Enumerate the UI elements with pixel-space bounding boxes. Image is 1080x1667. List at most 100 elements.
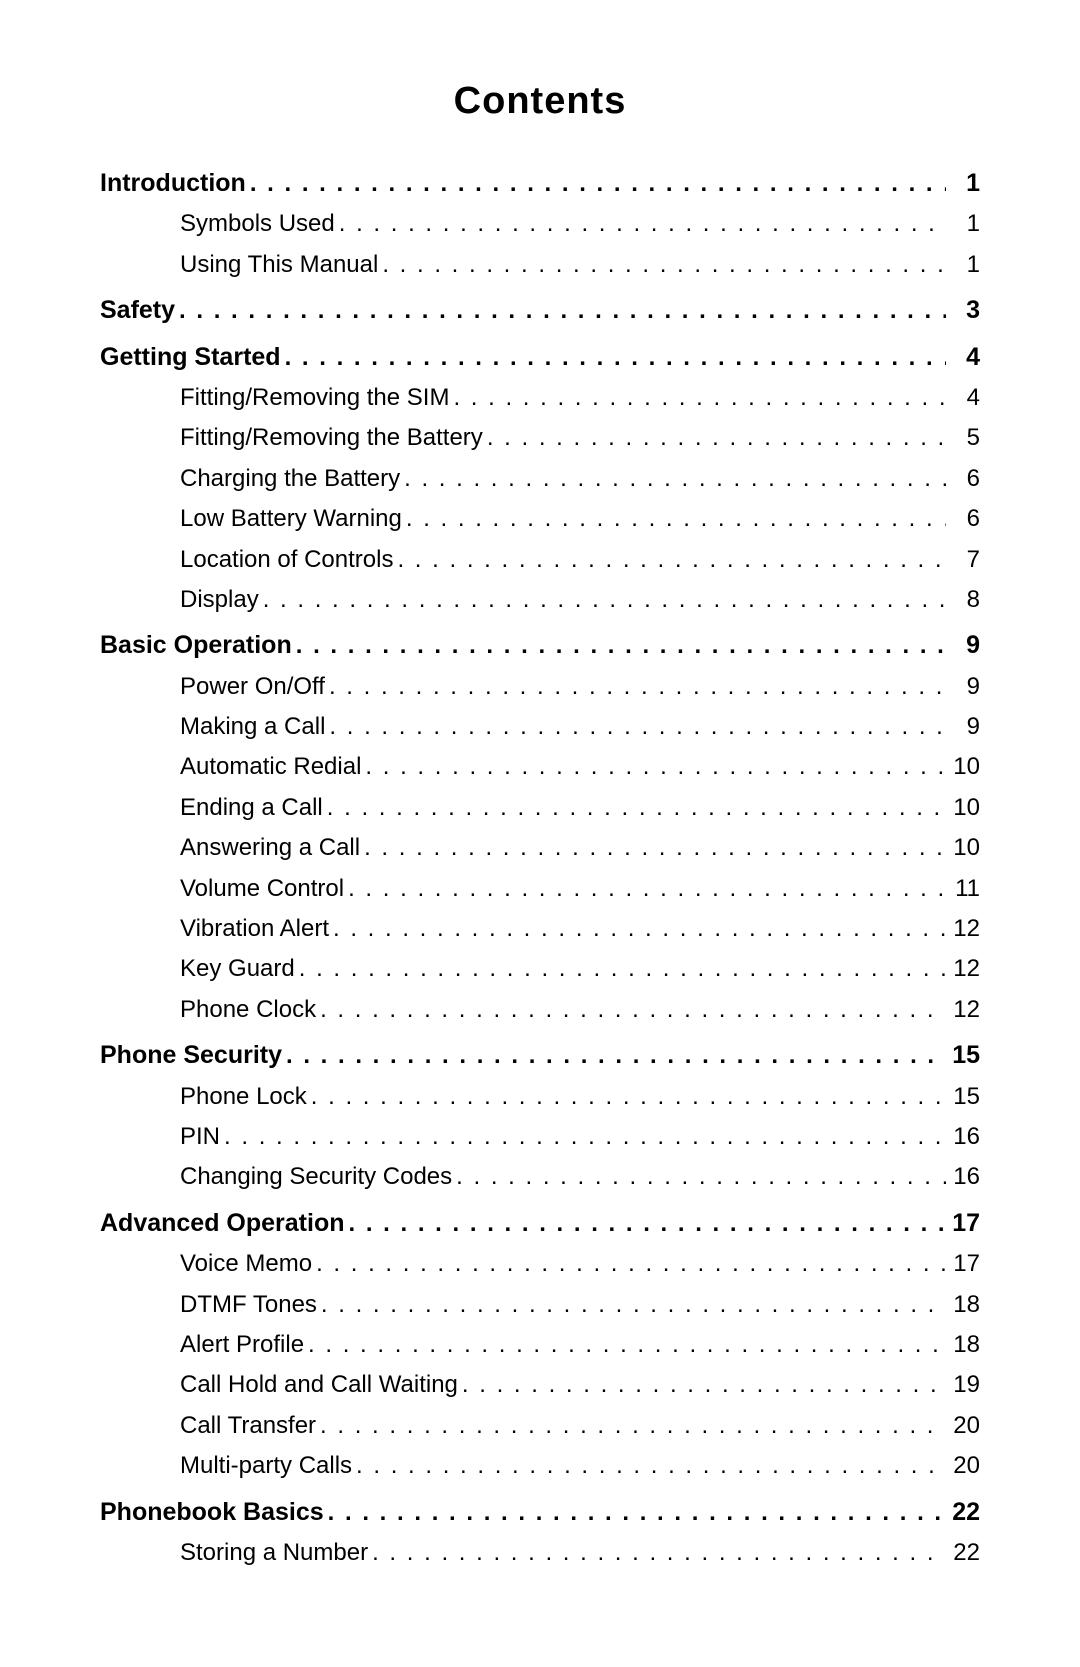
toc-label: Low Battery Warning <box>180 500 402 538</box>
toc-dots: . . . . . . . . . . . . . . . . . . . . … <box>320 1407 946 1445</box>
toc-label: PIN <box>180 1118 220 1156</box>
toc-row: Voice Memo. . . . . . . . . . . . . . . … <box>100 1245 980 1283</box>
toc-label: Multi-party Calls <box>180 1447 352 1485</box>
toc-label: Fitting/Removing the SIM <box>180 379 449 417</box>
toc-row: Using This Manual. . . . . . . . . . . .… <box>100 246 980 284</box>
toc-page: 22 <box>950 1534 980 1572</box>
toc-page: 1 <box>950 205 980 243</box>
toc-label: Call Hold and Call Waiting <box>180 1366 458 1404</box>
toc-row: Getting Started. . . . . . . . . . . . .… <box>100 337 980 377</box>
toc-label: Storing a Number <box>180 1534 368 1572</box>
toc-page: 12 <box>950 950 980 988</box>
dots-inner: . . . . . . . . . . . . . . . . . . . . … <box>364 829 946 867</box>
toc-label: DTMF Tones <box>180 1286 317 1324</box>
dots-inner: . . . . . . . . . . . . . . . . . . . . … <box>320 1407 946 1445</box>
toc-dots: . . . . . . . . . . . . . . . . . . . . … <box>308 1326 946 1364</box>
toc-row: Advanced Operation. . . . . . . . . . . … <box>100 1203 980 1243</box>
toc-dots: . . . . . . . . . . . . . . . . . . . . … <box>406 500 946 538</box>
dots-inner: . . . . . . . . . . . . . . . . . . . . … <box>348 870 946 908</box>
toc-page: 1 <box>950 163 980 203</box>
toc-page: 19 <box>950 1366 980 1404</box>
toc-label: Vibration Alert <box>180 910 329 948</box>
toc-page: 6 <box>950 500 980 538</box>
toc-row: PIN. . . . . . . . . . . . . . . . . . .… <box>100 1118 980 1156</box>
toc-label: Making a Call <box>180 708 325 746</box>
dots-inner: . . . . . . . . . . . . . . . . . . . . … <box>333 910 946 948</box>
toc-dots: . . . . . . . . . . . . . . . . . . . . … <box>456 1158 946 1196</box>
toc-label: Display <box>180 581 259 619</box>
toc-label: Changing Security Codes <box>180 1158 452 1196</box>
toc-page: 15 <box>950 1078 980 1116</box>
toc-dots: . . . . . . . . . . . . . . . . . . . . … <box>462 1366 946 1404</box>
toc-dots: . . . . . . . . . . . . . . . . . . . . … <box>296 627 946 665</box>
toc-page: 1 <box>950 246 980 284</box>
dots-inner: . . . . . . . . . . . . . . . . . . . . … <box>406 500 946 538</box>
dots-inner: . . . . . . . . . . . . . . . . . . . . … <box>327 789 946 827</box>
toc-label: Introduction <box>100 163 246 203</box>
toc-row: Changing Security Codes. . . . . . . . .… <box>100 1158 980 1196</box>
toc-container: Introduction . . . . . . . . . . . . . . … <box>100 163 980 1572</box>
toc-page: 16 <box>950 1118 980 1156</box>
toc-dots: . . . . . . . . . . . . . . . . . . . . … <box>404 460 946 498</box>
toc-label: Voice Memo <box>180 1245 312 1283</box>
toc-row: Storing a Number. . . . . . . . . . . . … <box>100 1534 980 1572</box>
toc-row: Introduction. . . . . . . . . . . . . . … <box>100 163 980 203</box>
toc-label: Answering a Call <box>180 829 360 867</box>
toc-label: Phonebook Basics <box>100 1492 324 1532</box>
toc-dots: . . . . . . . . . . . . . . . . . . . . … <box>285 339 946 377</box>
dots-inner: . . . . . . . . . . . . . . . . . . . . … <box>349 1205 947 1243</box>
toc-page: 18 <box>950 1326 980 1364</box>
toc-dots: . . . . . . . . . . . . . . . . . . . . … <box>339 205 946 243</box>
toc-label: Getting Started <box>100 337 281 377</box>
dots-inner: . . . . . . . . . . . . . . . . . . . . … <box>299 950 946 988</box>
dots-inner: . . . . . . . . . . . . . . . . . . . . … <box>365 748 946 786</box>
toc-row: Symbols Used. . . . . . . . . . . . . . … <box>100 205 980 243</box>
toc-dots: . . . . . . . . . . . . . . . . . . . . … <box>316 1245 946 1283</box>
toc-page: 3 <box>950 290 980 330</box>
toc-page: 8 <box>950 581 980 619</box>
toc-dots: . . . . . . . . . . . . . . . . . . . . … <box>224 1118 946 1156</box>
toc-label: Ending a Call <box>180 789 323 827</box>
dots-inner: . . . . . . . . . . . . . . . . . . . . … <box>329 708 946 746</box>
toc-page: 9 <box>950 625 980 665</box>
toc-page: 5 <box>950 419 980 457</box>
toc-dots: . . . . . . . . . . . . . . . . . . . . … <box>356 1447 946 1485</box>
toc-row: Ending a Call. . . . . . . . . . . . . .… <box>100 789 980 827</box>
page-title: Contents <box>100 80 980 123</box>
toc-page: 17 <box>950 1245 980 1283</box>
toc-row: Phone Security. . . . . . . . . . . . . … <box>100 1035 980 1075</box>
toc-row: Alert Profile. . . . . . . . . . . . . .… <box>100 1326 980 1364</box>
dots-inner: . . . . . . . . . . . . . . . . . . . . … <box>397 541 946 579</box>
toc-dots: . . . . . . . . . . . . . . . . . . . . … <box>348 870 946 908</box>
toc-row: Key Guard. . . . . . . . . . . . . . . .… <box>100 950 980 988</box>
toc-row: Fitting/Removing the Battery. . . . . . … <box>100 419 980 457</box>
toc-page: 17 <box>950 1203 980 1243</box>
dots-inner: . . . . . . . . . . . . . . . . . . . . … <box>263 581 946 619</box>
toc-dots: . . . . . . . . . . . . . . . . . . . . … <box>382 246 946 284</box>
toc-dots: . . . . . . . . . . . . . . . . . . . . … <box>321 1286 946 1324</box>
toc-page: 9 <box>950 708 980 746</box>
toc-dots: . . . . . . . . . . . . . . . . . . . . … <box>311 1078 946 1116</box>
toc-label: Call Transfer <box>180 1407 316 1445</box>
dots-inner: . . . . . . . . . . . . . . . . . . . . … <box>404 460 946 498</box>
toc-dots: . . . . . . . . . . . . . . . . . . . . … <box>263 581 946 619</box>
toc-row: Automatic Redial. . . . . . . . . . . . … <box>100 748 980 786</box>
toc-page: 6 <box>950 460 980 498</box>
dots-inner: . . . . . . . . . . . . . . . . . . . . … <box>453 379 946 417</box>
dots-inner: . . . . . . . . . . . . . . . . . . . . … <box>487 419 946 457</box>
toc-row: DTMF Tones. . . . . . . . . . . . . . . … <box>100 1286 980 1324</box>
toc-label: Phone Lock <box>180 1078 307 1116</box>
dots-inner: . . . . . . . . . . . . . . . . . . . . … <box>356 1447 946 1485</box>
toc-page: 4 <box>950 379 980 417</box>
toc-dots: . . . . . . . . . . . . . . . . . . . . … <box>329 708 946 746</box>
toc-page: 4 <box>950 337 980 377</box>
dots-inner: . . . . . . . . . . . . . . . . . . . . … <box>311 1078 946 1116</box>
toc-page: 22 <box>950 1492 980 1532</box>
toc-dots: . . . . . . . . . . . . . . . . . . . . … <box>329 668 946 706</box>
toc-row: Multi-party Calls. . . . . . . . . . . .… <box>100 1447 980 1485</box>
toc-dots: . . . . . . . . . . . . . . . . . . . . … <box>333 910 946 948</box>
toc-dots: . . . . . . . . . . . . . . . . . . . . … <box>328 1494 946 1532</box>
toc-row: Basic Operation. . . . . . . . . . . . .… <box>100 625 980 665</box>
dots-inner: . . . . . . . . . . . . . . . . . . . . … <box>308 1326 946 1364</box>
toc-dots: . . . . . . . . . . . . . . . . . . . . … <box>364 829 946 867</box>
